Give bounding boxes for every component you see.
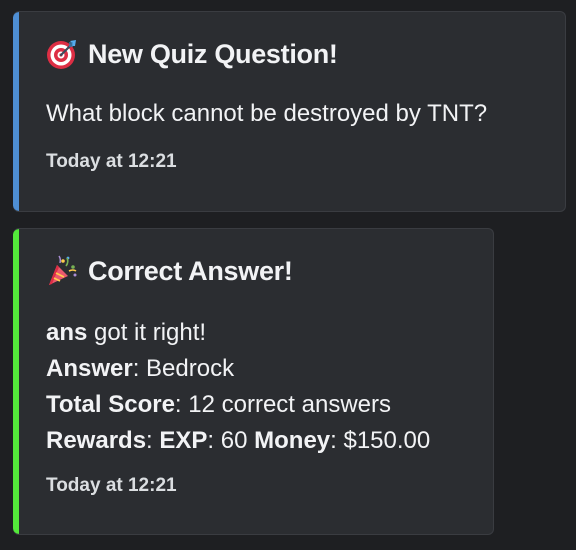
quiz-title-text: New Quiz Question! <box>88 38 338 69</box>
rewards-line: Rewards: EXP: 60 Money: $150.00 <box>46 423 430 459</box>
score-value: : 12 correct answers <box>174 391 392 418</box>
answer-title-text: Correct Answer! <box>88 255 293 286</box>
quiz-question-text: What block cannot be destroyed by TNT? <box>46 100 488 127</box>
quiz-timestamp: Today at 12:21 <box>46 151 177 172</box>
money-label: Money <box>254 427 331 454</box>
quiz-embed-title: New Quiz Question! <box>46 38 338 70</box>
winner-line: ans got it right! <box>46 315 430 351</box>
direct-hit-target-icon <box>46 38 78 70</box>
embed-accent-bar <box>13 229 19 534</box>
rewards-sep: : <box>146 427 160 454</box>
answer-details: ans got it right! Answer: Bedrock Total … <box>46 315 430 459</box>
rewards-label: Rewards <box>46 427 147 454</box>
answer-value: : Bedrock <box>132 355 235 382</box>
answer-line: Answer: Bedrock <box>46 351 430 387</box>
winner-suffix: got it right! <box>87 319 207 346</box>
quiz-question-embed: New Quiz Question! What block cannot be … <box>13 11 566 212</box>
money-value: : $150.00 <box>330 427 431 454</box>
party-popper-icon <box>46 255 78 287</box>
score-label: Total Score <box>46 391 175 418</box>
answer-label: Answer <box>46 355 133 382</box>
answer-embed-title: Correct Answer! <box>46 255 293 287</box>
score-line: Total Score: 12 correct answers <box>46 387 430 423</box>
correct-answer-embed: Correct Answer! ans got it right! Answer… <box>13 228 494 535</box>
exp-label: EXP <box>159 427 208 454</box>
answer-timestamp: Today at 12:21 <box>46 475 177 496</box>
embed-accent-bar <box>13 12 19 211</box>
winner-username: ans <box>46 319 88 346</box>
exp-value: : 60 <box>207 427 255 454</box>
